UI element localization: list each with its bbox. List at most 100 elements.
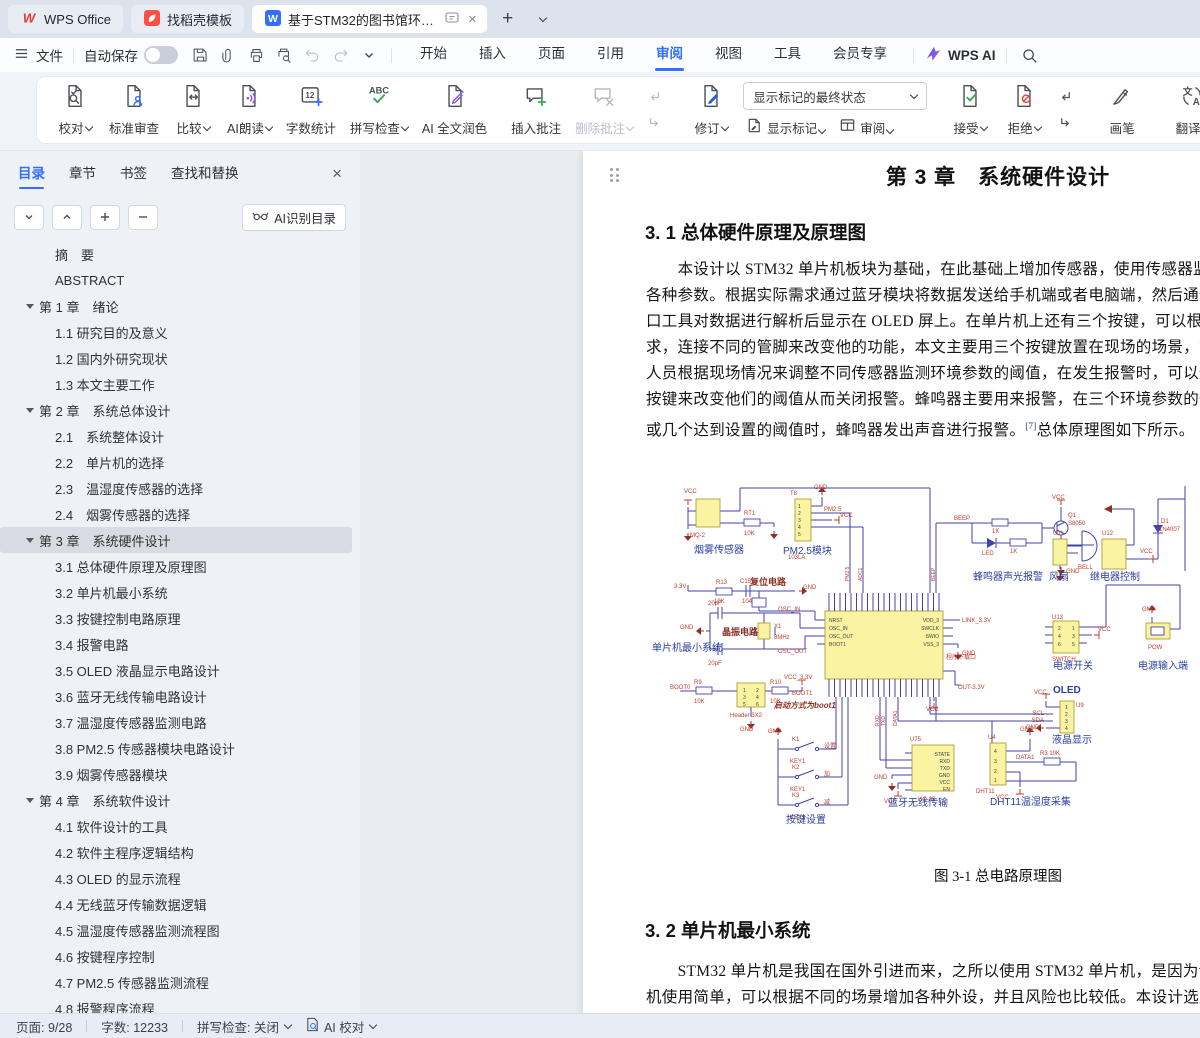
new-tab-button[interactable]: + [495,6,521,32]
toc-item[interactable]: 3.2 单片机最小系统 [0,579,352,605]
toc-zoom-in-button[interactable] [90,204,120,230]
menu-tab-会员专享[interactable]: 会员专享 [817,38,903,72]
menu-tab-页面[interactable]: 页面 [522,38,581,72]
proof-button[interactable]: 校对 [48,80,102,140]
display-mode-dropdown[interactable]: 显示标记的最终状态 [743,82,928,110]
sidebar-tab-章节[interactable]: 章节 [69,151,96,197]
menu-tab-审阅[interactable]: 审阅 [640,38,699,72]
toc-item[interactable]: 4.6 按键程序控制 [0,943,352,969]
sidebar-close-button[interactable]: × [332,164,342,184]
toc-item[interactable]: 1.2 国内外研究现状 [0,345,352,371]
tab-title: 基于STM32的图书馆环境监测... [287,12,438,28]
ai-polish-button[interactable]: AI 全文润色 [415,80,494,140]
show-marks-button[interactable]: 显示标记 [743,116,828,138]
toc-item[interactable]: 3.5 OLED 液晶显示电路设计 [0,657,352,683]
collapse-arrow-icon[interactable] [26,797,34,803]
svg-text:1K: 1K [992,529,999,535]
spell-button[interactable]: ABC 拼写检查 [343,80,415,140]
translate-button[interactable]: 文 A 翻译 [1165,80,1200,140]
compare-button[interactable]: 比较 [166,80,220,140]
toc-item[interactable]: 第 3 章 系统硬件设计 [0,527,352,553]
toc-item[interactable]: 3.7 温湿度传感器监测电路 [0,709,352,735]
spellcheck-status[interactable]: 拼写检查: 关闭 [197,1017,293,1036]
toc-item[interactable]: 4.8 报警程序流程 [0,995,352,1015]
sidebar-tab-目录[interactable]: 目录 [18,151,45,197]
search-button[interactable] [1017,43,1042,67]
word-count-button[interactable]: 12 字数统计 [279,80,343,140]
toc-item[interactable]: 第 2 章 系统总体设计 [0,397,352,423]
collapse-arrow-icon[interactable] [26,407,34,413]
toc-item[interactable]: 4.1 软件设计的工具 [0,813,352,839]
comment-add-button[interactable]: 插入批注 [504,80,568,140]
toc-item[interactable]: 3.8 PM2.5 传感器模块电路设计 [0,735,352,761]
comment-prev-button[interactable] [642,87,666,108]
toc-item[interactable]: ABSTRACT [0,267,352,293]
toc-item[interactable]: 3.4 报警电路 [0,631,352,657]
svg-text:U11: U11 [1053,531,1064,537]
more-button[interactable] [356,43,381,67]
toc-item[interactable]: 2.3 温湿度传感器的选择 [0,475,352,501]
toc-item[interactable]: 3.3 按键控制电路原理 [0,605,352,631]
toc-item[interactable]: 2.4 烟雾传感器的选择 [0,501,352,527]
sidebar-tab-查找和替换[interactable]: 查找和替换 [171,151,239,197]
toc-item[interactable]: 2.1 系统整体设计 [0,423,352,449]
review-pane-button[interactable]: 审阅 [836,116,896,138]
menu-tab-引用[interactable]: 引用 [581,38,640,72]
save-button[interactable] [188,43,213,67]
file-menu[interactable]: 文件 [14,45,63,65]
document-page[interactable]: 第 3 章 系统硬件设计 3. 1 总体硬件原理及原理图 本设计以 STM32 … [583,151,1200,1014]
window-tab-active[interactable]: W 基于STM32的图书馆环境监测... × [251,5,487,33]
change-next-button[interactable] [1053,113,1077,134]
ai-recognize-toc-button[interactable]: AI识别目录 [242,203,346,231]
toc-item[interactable]: 1.1 研究目的及意义 [0,319,352,345]
comment-next-button[interactable] [642,113,666,134]
window-tab[interactable]: 找稻壳模板 [130,5,244,33]
undo-button[interactable] [300,43,325,67]
toc-item[interactable]: 第 4 章 系统软件设计 [0,787,352,813]
toc-zoom-out-button[interactable] [128,204,158,230]
toc-item[interactable]: 4.4 无线蓝牙传输数据逻辑 [0,891,352,917]
wps-ai-button[interactable]: WPS AI [924,44,996,66]
toc-item[interactable]: 3.1 总体硬件原理及原理图 [0,553,352,579]
toc-item[interactable]: 摘 要 [0,241,352,267]
close-icon[interactable]: × [466,12,479,27]
toc-item[interactable]: 4.3 OLED 的显示流程 [0,865,352,891]
window-tab[interactable]: W WPS Office [8,5,123,33]
pdf-button[interactable] [216,43,241,67]
revise-button[interactable]: 修订 [684,80,738,140]
preview-button[interactable] [272,43,297,67]
toc-collapse-button[interactable] [52,204,82,230]
sidebar-tab-书签[interactable]: 书签 [120,151,147,197]
menu-tab-开始[interactable]: 开始 [404,38,463,72]
print-button[interactable] [244,43,269,67]
collapse-arrow-icon[interactable] [26,303,34,309]
toc-item[interactable]: 4.7 PM2.5 传感器监测流程 [0,969,352,995]
toc-item[interactable]: 2.2 单片机的选择 [0,449,352,475]
bubble-icon[interactable] [444,10,460,29]
svg-text:RT1: RT1 [744,511,756,517]
menu-tab-视图[interactable]: 视图 [699,38,758,72]
pen-button[interactable]: 画笔 [1095,80,1149,140]
autosave-toggle[interactable] [144,46,178,64]
autosave-control[interactable]: 自动保存 [84,45,178,65]
toc-item[interactable]: 第 1 章 绪论 [0,293,352,319]
collapse-arrow-icon[interactable] [26,537,34,543]
ai-proofread-button[interactable]: AI 校对 [305,1017,378,1036]
toc-item[interactable]: 3.6 蓝牙无线传输电路设计 [0,683,352,709]
ai-read-button[interactable]: AI朗读 [220,80,279,140]
redo-button[interactable] [328,43,353,67]
menu-tab-插入[interactable]: 插入 [463,38,522,72]
toc-item[interactable]: 4.2 软件主程序逻辑结构 [0,839,352,865]
toc-item[interactable]: 1.3 本文主要工作 [0,371,352,397]
word-count-indicator[interactable]: 字数: 12233 [101,1017,168,1036]
toc-expand-button[interactable] [14,204,44,230]
accept-button[interactable]: 接受 [943,80,997,140]
comment-del-button[interactable]: 删除批注 [568,80,640,140]
review-std-button[interactable]: 标准审查 [102,80,166,140]
reject-button[interactable]: 拒绝 [997,80,1051,140]
change-prev-button[interactable] [1053,87,1077,108]
toc-item[interactable]: 4.5 温湿度传感器监测流程图 [0,917,352,943]
menu-tab-工具[interactable]: 工具 [758,38,817,72]
toc-item[interactable]: 3.9 烟雾传感器模块 [0,761,352,787]
tab-list-button[interactable] [529,6,555,32]
